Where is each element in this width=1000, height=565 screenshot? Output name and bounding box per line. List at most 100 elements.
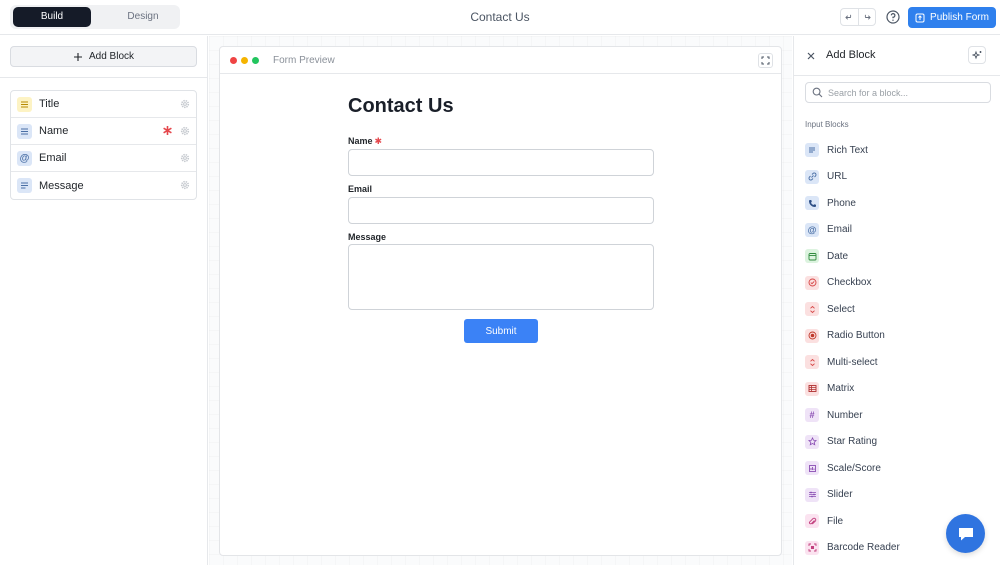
plus-icon [73,52,82,61]
block-type-label: Email [827,224,853,236]
green-dot-icon [252,57,259,64]
block-type-label: URL [827,171,848,183]
history-controls [840,8,876,26]
title-icon [17,96,32,112]
block-type-label: Barcode Reader [827,542,900,554]
block-search [805,82,991,103]
left-panel: Add Block Title Name @ Email Message [0,36,208,565]
form-preview-window: Form Preview Contact Us Name ✱ Email Mess… [219,46,782,556]
fullscreen-button[interactable] [758,53,773,68]
form-heading: Contact Us [348,95,454,117]
undo-button[interactable] [841,9,859,25]
email-input[interactable] [348,197,654,224]
slider-icon [805,487,819,502]
block-item-message[interactable]: Message [11,172,196,199]
calendar-icon [805,249,819,264]
block-type-radio-button[interactable]: Radio Button [805,323,991,350]
phone-icon [805,196,819,211]
yellow-dot-icon [241,57,248,64]
gear-icon[interactable] [179,152,191,164]
preview-title-bar: Form Preview [220,47,781,74]
block-type-label: Matrix [827,383,855,395]
name-field-label: Name ✱ [348,136,382,147]
name-input[interactable] [348,149,654,176]
block-type-select[interactable]: Select [805,296,991,323]
chat-bubble-icon [958,527,973,540]
star-icon [805,434,819,449]
block-type-label: Phone [827,197,856,209]
undo-icon [845,14,851,20]
block-type-list: Rich Text URL Phone @ Email Date Checkbo… [805,137,991,561]
rich-text-icon [805,143,819,158]
help-icon [886,10,900,24]
block-type-star-rating[interactable]: Star Rating [805,429,991,456]
chat-support-button[interactable] [946,514,985,553]
add-block-button[interactable]: Add Block [10,46,197,67]
table-icon [805,381,819,396]
red-dot-icon [230,57,237,64]
sparkle-icon [971,50,981,59]
message-field-label: Message [348,232,387,242]
block-type-date[interactable]: Date [805,243,991,270]
block-type-email[interactable]: @ Email [805,217,991,244]
barcode-icon [805,540,819,555]
panel-header: Add Block [794,36,1000,76]
redo-button[interactable] [859,9,876,25]
tab-design[interactable]: Design [104,7,182,27]
ai-assist-button[interactable] [968,46,986,64]
block-item-name[interactable]: Name [11,118,196,145]
search-input[interactable] [828,87,978,98]
block-type-rich-text[interactable]: Rich Text [805,137,991,164]
close-icon[interactable] [805,50,817,62]
help-button[interactable] [885,9,901,25]
check-circle-icon [805,275,819,290]
multi-select-icon [805,355,819,370]
block-type-checkbox[interactable]: Checkbox [805,270,991,297]
top-bar: Build Design Contact Us Publish Form [0,0,1000,35]
block-type-label: Scale/Score [827,462,881,474]
preview-label: Form Preview [273,55,335,66]
gear-icon[interactable] [179,179,191,191]
radio-icon [805,328,819,343]
publish-icon [915,13,925,22]
block-type-phone[interactable]: Phone [805,190,991,217]
publish-form-label: Publish Form [930,12,989,23]
gear-icon[interactable] [179,125,191,137]
section-label: Input Blocks [805,120,849,129]
block-type-scale-score[interactable]: Scale/Score [805,455,991,482]
add-block-label: Add Block [88,51,135,62]
block-type-slider[interactable]: Slider [805,482,991,509]
hash-icon: # [805,408,819,423]
required-asterisk-icon [163,126,172,135]
select-icon [805,302,819,317]
panel-title: Add Block [826,49,876,61]
redo-icon [865,14,871,20]
email-field-label: Email [348,184,373,194]
block-type-label: Select [827,303,855,315]
block-type-number[interactable]: # Number [805,402,991,429]
block-type-label: Slider [827,489,853,501]
block-label: Email [39,152,67,164]
block-type-matrix[interactable]: Matrix [805,376,991,403]
gear-icon[interactable] [179,98,191,110]
build-design-toggle: Build Design [10,5,180,29]
canvas-area: Form Preview Contact Us Name ✱ Email Mess… [209,36,792,565]
search-icon [812,87,823,98]
block-type-url[interactable]: URL [805,164,991,191]
required-asterisk-icon: ✱ [374,136,383,146]
message-textarea[interactable] [348,244,654,310]
block-item-title[interactable]: Title [11,91,196,118]
block-type-label: Star Rating [827,436,878,448]
block-item-email[interactable]: @ Email [11,145,196,172]
name-label-text: Name [348,136,373,146]
submit-button[interactable]: Submit [464,319,538,343]
at-icon: @ [17,150,32,166]
block-type-multi-select[interactable]: Multi-select [805,349,991,376]
tab-build[interactable]: Build [13,7,91,27]
publish-form-button[interactable]: Publish Form [908,7,996,28]
expand-icon [761,56,770,65]
paperclip-icon [805,514,819,529]
block-type-label: Multi-select [827,356,878,368]
long-text-icon [17,178,32,193]
block-type-label: Number [827,409,863,421]
